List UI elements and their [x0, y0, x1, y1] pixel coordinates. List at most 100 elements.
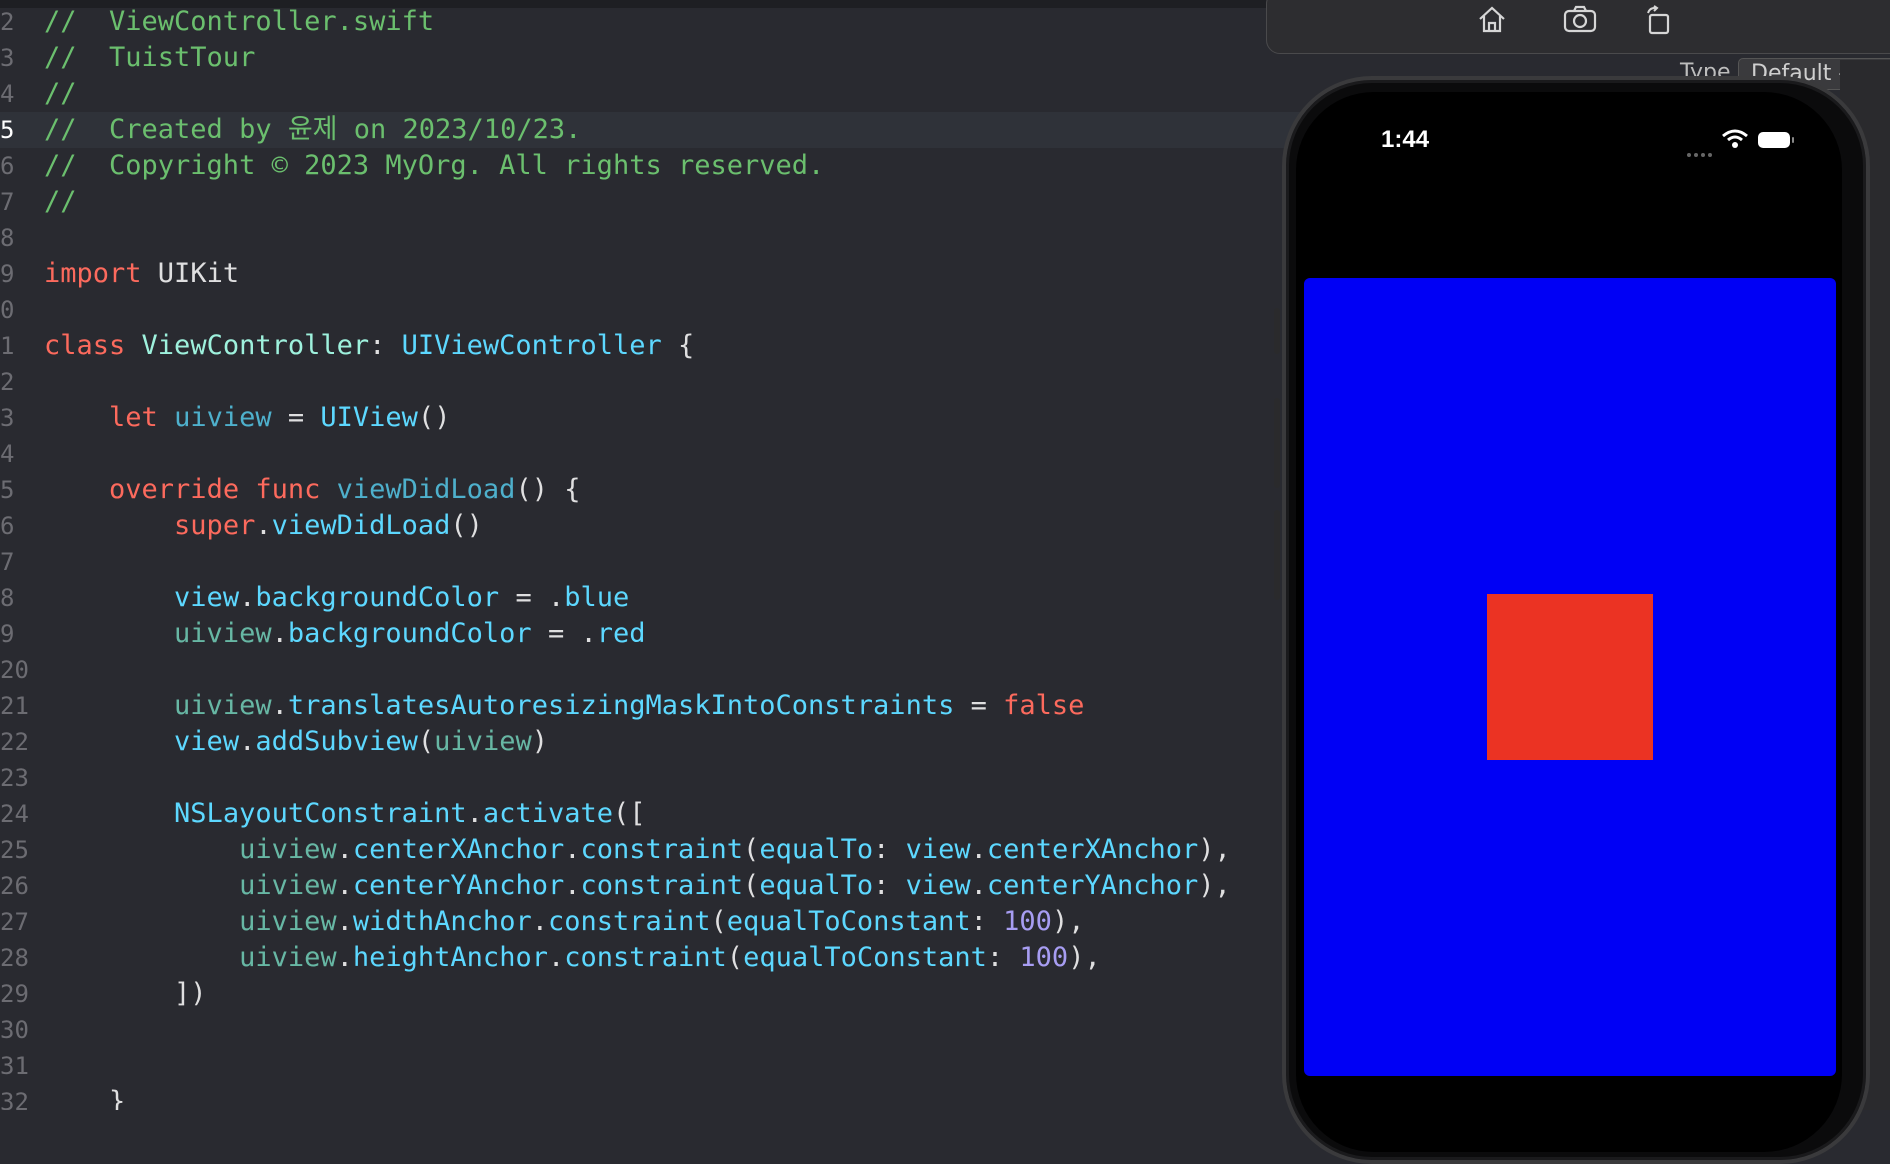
code-line[interactable]: 32 } [0, 1084, 1300, 1110]
code-token: constraint [580, 870, 744, 901]
uiview-red-square[interactable] [1487, 594, 1653, 760]
code-token: viewDidLoad [336, 474, 516, 505]
code-line[interactable]: 2 [0, 364, 1300, 400]
code-token: // [44, 78, 77, 109]
code-line[interactable]: 21 uiview.translatesAutoresizingMaskInto… [0, 688, 1300, 724]
code-token: import [44, 258, 142, 289]
code-token: () [450, 510, 483, 541]
code-token: = . [531, 618, 597, 649]
code-line[interactable]: 20 [0, 652, 1300, 688]
code-token: uiview [239, 942, 337, 973]
code-token: . [970, 870, 987, 901]
code-token: blue [564, 582, 630, 613]
code-line[interactable]: 3 // TuistTour [0, 40, 1300, 76]
code-token: uiview [239, 870, 337, 901]
line-number: 4 [0, 80, 15, 108]
code-line[interactable]: 6 // Copyright © 2023 MyOrg. All rights r… [0, 148, 1300, 184]
code-token: { [661, 330, 695, 361]
view-controller-background[interactable] [1304, 278, 1836, 1076]
battery-icon [1758, 132, 1794, 148]
code-line[interactable]: 22 view.addSubview(uiview) [0, 724, 1300, 760]
code-token: ]) [44, 978, 207, 1009]
code-token: equalTo [759, 834, 874, 865]
line-number: 32 [0, 1088, 29, 1110]
code-line[interactable]: 3 let uiview = UIView() [0, 400, 1300, 436]
code-text: view.addSubview(uiview) [44, 724, 548, 760]
line-number: 22 [0, 728, 29, 756]
code-line[interactable]: 0 [0, 292, 1300, 328]
code-line[interactable]: 26 uiview.centerYAnchor.constraint(equal… [0, 868, 1300, 904]
code-line[interactable]: 4 [0, 436, 1300, 472]
code-text: super.viewDidLoad() [44, 508, 483, 544]
code-line[interactable]: 7 [0, 544, 1300, 580]
code-line[interactable]: 27 uiview.widthAnchor.constraint(equalTo… [0, 904, 1300, 940]
code-token: } [44, 1086, 126, 1110]
code-line[interactable]: 24 NSLayoutConstraint.activate([ [0, 796, 1300, 832]
code-token: backgroundColor [255, 582, 500, 613]
code-line[interactable]: 31 [0, 1048, 1300, 1084]
code-line[interactable]: 29 ]) [0, 976, 1300, 1012]
rotate-icon[interactable] [1642, 5, 1676, 35]
code-line[interactable]: 4 // [0, 76, 1300, 112]
code-line[interactable]: 1 class ViewController: UIViewController … [0, 328, 1300, 364]
line-number: 31 [0, 1052, 29, 1080]
code-token: . [564, 834, 581, 865]
code-editor[interactable]: 2 // ViewController.swift 3 // TuistTour 4 //… [0, 0, 1300, 1110]
code-token: view [174, 582, 240, 613]
code-token: ( [726, 942, 744, 973]
code-token: uiview [434, 726, 532, 757]
code-token: . [239, 726, 256, 757]
line-number: 25 [0, 836, 29, 864]
home-icon[interactable] [1475, 5, 1509, 35]
camera-icon[interactable] [1563, 5, 1597, 35]
code-token: let [109, 402, 158, 433]
code-token: uiview [174, 690, 272, 721]
code-text: } [44, 1084, 125, 1110]
volume-up-button [1274, 398, 1280, 488]
code-token: NSLayoutConstraint [174, 798, 467, 829]
code-line[interactable]: 8 view.backgroundColor = .blue [0, 580, 1300, 616]
code-line[interactable]: 5 // Created by 윤제 on 2023/10/23. [0, 112, 1300, 148]
code-text: uiview.heightAnchor.constraint(equalToCo… [44, 940, 1101, 976]
line-number: 3 [0, 404, 15, 432]
code-line[interactable]: 6 super.viewDidLoad() [0, 508, 1300, 544]
code-token: centerYAnchor [986, 870, 1199, 901]
code-token: 100 [1019, 942, 1069, 973]
code-text: // [44, 76, 77, 112]
code-token: . [271, 618, 288, 649]
line-number: 7 [0, 188, 15, 216]
code-token: . [336, 906, 353, 937]
code-token: // [44, 186, 77, 217]
code-token: // TuistTour [44, 42, 256, 73]
code-line[interactable]: 5 override func viewDidLoad() { [0, 472, 1300, 508]
code-line[interactable]: 7 // [0, 184, 1300, 220]
code-line[interactable]: 28 uiview.heightAnchor.constraint(equalT… [0, 940, 1300, 976]
code-line[interactable]: 25 uiview.centerXAnchor.constraint(equal… [0, 832, 1300, 868]
code-token: super [174, 510, 256, 541]
code-line[interactable]: 9 import UIKit [0, 256, 1300, 292]
code-token: UIKit [141, 258, 240, 289]
simulator-screen[interactable]: 1:44 [1296, 92, 1842, 1152]
code-line[interactable]: 8 [0, 220, 1300, 256]
code-token: equalToConstant [743, 942, 987, 973]
code-line[interactable]: 23 [0, 760, 1300, 796]
code-line[interactable]: 9 uiview.backgroundColor = .red [0, 616, 1300, 652]
status-time: 1:44 [1381, 126, 1430, 153]
code-token: view [174, 726, 240, 757]
line-number: 5 [0, 476, 15, 504]
code-line[interactable]: 2 // ViewController.swift [0, 4, 1300, 40]
code-token: uiview [174, 618, 272, 649]
line-number: 20 [0, 656, 29, 684]
code-token: constraint [564, 942, 727, 973]
code-line[interactable]: 30 [0, 1012, 1300, 1048]
